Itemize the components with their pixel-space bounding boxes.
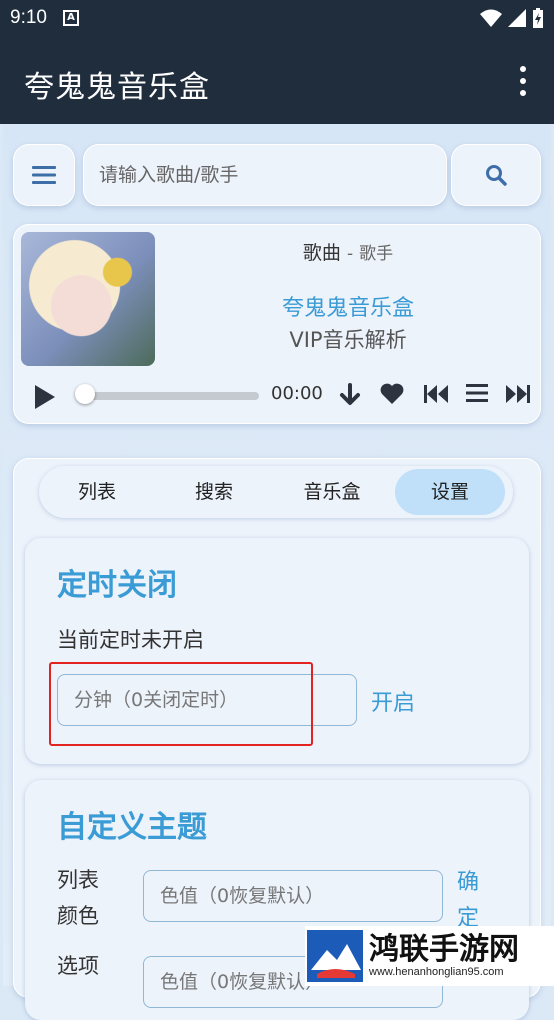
list-color-input[interactable]: 色值（0恢复默认） [143, 870, 443, 922]
status-icons [480, 8, 544, 28]
playlist-icon[interactable] [465, 382, 489, 404]
song-info: 歌曲 - 歌手 [163, 238, 533, 265]
watermark-logo [307, 930, 363, 982]
lyric-current: 夸鬼鬼音乐盒 [281, 296, 414, 321]
watermark-title: 鸿联手游网 [369, 932, 519, 967]
theme-title: 自定义主题 [57, 810, 207, 845]
battery-icon [533, 8, 543, 28]
tab-settings[interactable]: 设置 [395, 469, 505, 515]
menu-button[interactable] [13, 144, 75, 206]
main-content: 歌曲 - 歌手 夸鬼鬼音乐盒 VIP音乐解析 00:00 列表 搜索 音乐盒 设… [3, 124, 551, 1020]
progress-knob[interactable] [75, 384, 95, 404]
album-cover[interactable] [21, 232, 155, 366]
search-icon [486, 165, 507, 186]
song-artist: 歌手 [359, 244, 394, 264]
notification-icon: A [62, 10, 79, 26]
search-button[interactable] [451, 144, 541, 206]
option-color-label: 选项 [57, 954, 99, 978]
heart-icon[interactable] [379, 382, 405, 406]
list-color-confirm-line1[interactable]: 确 [457, 864, 479, 896]
status-time: 9:10 [10, 7, 47, 28]
tab-music-box[interactable]: 音乐盒 [275, 466, 389, 518]
list-color-label-line1: 列表 [57, 868, 99, 892]
watermark-url: www.henanhonglian95.com [369, 966, 504, 978]
song-separator: - [346, 244, 354, 264]
hamburger-icon [32, 166, 56, 184]
previous-icon[interactable] [423, 382, 449, 406]
player-controls: 00:00 [13, 376, 541, 418]
tab-list[interactable]: 列表 [41, 466, 153, 518]
highlight-frame [49, 662, 313, 746]
status-bar: 9:10 A [0, 0, 554, 36]
search-input[interactable] [83, 144, 445, 206]
tab-search[interactable]: 搜索 [157, 466, 271, 518]
playback-time: 00:00 [271, 383, 323, 404]
signal-icon [508, 9, 526, 27]
play-icon[interactable] [33, 384, 57, 410]
timer-title: 定时关闭 [57, 568, 177, 603]
song-title: 歌曲 [302, 242, 341, 264]
timer-card: 定时关闭 当前定时未开启 分钟（0关闭定时） 开启 [25, 538, 529, 764]
progress-bar[interactable] [75, 384, 259, 404]
more-vert-icon[interactable] [520, 66, 528, 96]
list-color-label-line2: 颜色 [57, 904, 99, 928]
player-card: 歌曲 - 歌手 夸鬼鬼音乐盒 VIP音乐解析 00:00 [13, 224, 541, 424]
settings-panel: 列表 搜索 音乐盒 设置 定时关闭 当前定时未开启 分钟（0关闭定时） 开启 自… [13, 458, 541, 1020]
download-icon[interactable] [339, 382, 361, 408]
next-icon[interactable] [505, 382, 531, 406]
app-bar: 夸鬼鬼音乐盒 [0, 36, 554, 124]
tab-bar: 列表 搜索 音乐盒 设置 [39, 466, 513, 518]
watermark: 鸿联手游网 www.henanhonglian95.com [305, 926, 554, 986]
wifi-icon [480, 9, 502, 27]
app-title: 夸鬼鬼音乐盒 [24, 70, 210, 105]
search-field-wrapper [83, 144, 447, 206]
timer-status: 当前定时未开启 [57, 628, 204, 652]
timer-start-button[interactable]: 开启 [371, 685, 415, 717]
lyric-next: VIP音乐解析 [289, 328, 407, 352]
